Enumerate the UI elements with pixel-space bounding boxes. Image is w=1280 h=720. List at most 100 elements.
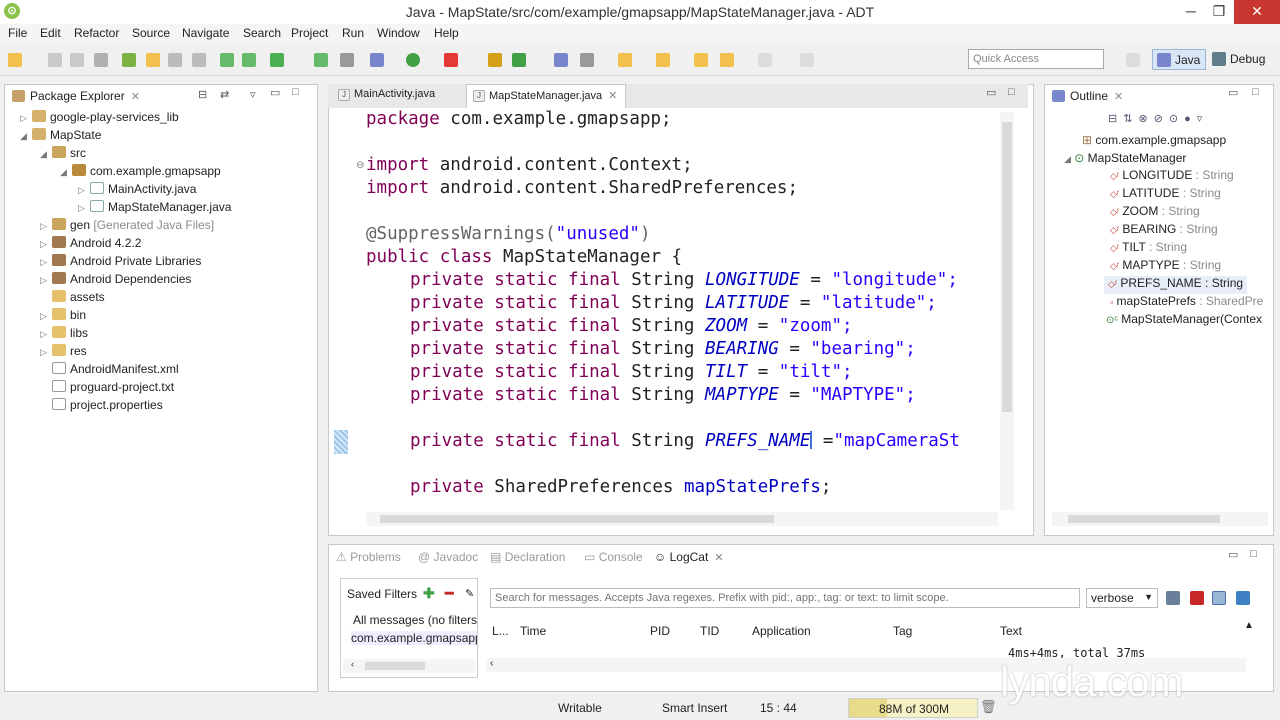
menu-navigate[interactable]: Navigate	[182, 26, 229, 40]
add-filter-icon[interactable]: ✚	[423, 585, 435, 602]
outline-member[interactable]: ⊙ᶜ MapStateManager(Contex	[1106, 312, 1262, 330]
forward-icon[interactable]	[758, 53, 772, 67]
view-menu-icon[interactable]: ▿	[250, 88, 256, 101]
collapse-all-icon[interactable]: ⊟	[198, 88, 207, 101]
skip-breakpoints-icon[interactable]	[340, 53, 354, 67]
scrollbar-thumb[interactable]	[380, 515, 774, 523]
column-time[interactable]: Time	[520, 624, 546, 638]
close-view-icon[interactable]: ✕	[714, 552, 723, 564]
outline-member[interactable]: ◇ᶠ LONGITUDE : String	[1110, 168, 1234, 186]
debug-icon[interactable]	[370, 53, 384, 67]
open-type-icon[interactable]	[554, 53, 568, 67]
outline-member[interactable]: ▫ mapStatePrefs : SharedPre	[1110, 294, 1263, 312]
tree-item-libs[interactable]: ▷ libs	[40, 326, 88, 344]
column-tid[interactable]: TID	[700, 624, 719, 638]
minimize-view-icon[interactable]: ▭	[1228, 86, 1238, 99]
tree-item-package[interactable]: ◢ com.example.gmapsapp	[60, 164, 221, 182]
filter-all-messages[interactable]: All messages (no filters)	[353, 613, 477, 627]
scroll-up-icon[interactable]: ▲	[1244, 620, 1254, 631]
scroll-left-icon[interactable]: ‹	[351, 659, 354, 669]
save-log-icon[interactable]	[1166, 591, 1180, 605]
new-java-class-icon[interactable]	[488, 53, 502, 67]
menu-window[interactable]: Window	[377, 26, 420, 40]
tree-item-res[interactable]: ▷ res	[40, 344, 87, 362]
package-explorer-tab[interactable]: Package Explorer ✕	[6, 86, 148, 106]
menu-edit[interactable]: Edit	[40, 26, 61, 40]
minimize-editor-icon[interactable]: ▭	[986, 86, 996, 99]
quick-access-input[interactable]: Quick Access	[968, 49, 1104, 69]
last-edit-icon[interactable]	[694, 53, 708, 67]
expand-arrow-icon[interactable]: ▷	[78, 203, 90, 214]
column-pid[interactable]: PID	[650, 624, 670, 638]
java-perspective-button[interactable]: Java	[1152, 49, 1206, 70]
tab-logcat[interactable]: ☺ LogCat ✕	[654, 550, 724, 568]
next-annotation-icon[interactable]	[618, 53, 632, 67]
search-icon[interactable]	[580, 53, 594, 67]
outline-member-selected[interactable]: ◇ᶠ PREFS_NAME : String	[1104, 276, 1248, 294]
log-level-select[interactable]: verbose ▼	[1086, 588, 1158, 608]
expand-arrow-icon[interactable]: ▷	[78, 185, 90, 196]
layout-icon[interactable]	[192, 53, 206, 67]
menu-source[interactable]: Source	[132, 26, 170, 40]
outline-member[interactable]: ◇ᶠ LATITUDE : String	[1110, 186, 1221, 204]
editor-horizontal-scrollbar[interactable]	[366, 512, 998, 526]
menu-file[interactable]: File	[8, 26, 27, 40]
scrollbar-thumb[interactable]	[1068, 515, 1220, 523]
outline-horizontal-scrollbar[interactable]	[1052, 512, 1268, 526]
tree-item-android-private-libraries[interactable]: ▷ Android Private Libraries	[40, 254, 201, 272]
save-all-icon[interactable]	[70, 53, 84, 67]
expand-arrow-icon[interactable]: ▷	[40, 239, 52, 250]
column-tag[interactable]: Tag	[893, 624, 912, 638]
run-icon[interactable]	[406, 53, 420, 67]
display-toggle-icon[interactable]	[1212, 591, 1226, 605]
expand-arrow-icon[interactable]: ▷	[40, 311, 52, 322]
fold-import-icon[interactable]: ⊖	[356, 160, 364, 171]
save-icon[interactable]	[48, 53, 62, 67]
maximize-view-icon[interactable]: □	[1252, 86, 1259, 98]
back-icon[interactable]	[720, 53, 734, 67]
filters-scrollbar[interactable]: ‹	[343, 659, 475, 673]
menu-help[interactable]: Help	[434, 26, 459, 40]
maximize-editor-icon[interactable]: □	[1008, 86, 1015, 98]
outline-member[interactable]: ◇ᶠ TILT : String	[1110, 240, 1187, 258]
maximize-view-icon[interactable]: □	[292, 86, 299, 98]
tree-item-android-dependencies[interactable]: ▷ Android Dependencies	[40, 272, 191, 290]
outline-member[interactable]: ◇ᶠ ZOOM : String	[1110, 204, 1200, 222]
collapse-arrow-icon[interactable]: ◢	[40, 149, 52, 160]
expand-arrow-icon[interactable]: ▷	[40, 221, 52, 232]
outline-member[interactable]: ◇ᶠ BEARING : String	[1110, 222, 1218, 240]
close-button[interactable]: ✕	[1234, 0, 1280, 24]
tree-item-google-play-services-lib[interactable]: ▷ google-play-services_lib	[20, 110, 179, 128]
garbage-collect-icon[interactable]: 🗑	[980, 699, 997, 715]
expand-arrow-icon[interactable]: ▷	[40, 257, 52, 268]
tree-item-androidmanifest[interactable]: AndroidManifest.xml	[52, 362, 179, 380]
pin-icon[interactable]	[800, 53, 814, 67]
maximize-view-icon[interactable]: □	[1250, 548, 1257, 560]
tree-item-mapstatemanager[interactable]: ▷ MapStateManager.java	[78, 200, 231, 218]
refresh-icon[interactable]	[314, 53, 328, 67]
expand-arrow-icon[interactable]: ▷	[40, 329, 52, 340]
column-level[interactable]: L...	[492, 624, 509, 638]
outline-package[interactable]: ⊞ com.example.gmapsapp	[1082, 133, 1226, 151]
minimize-button[interactable]: ─	[1176, 0, 1206, 24]
prev-annotation-icon[interactable]	[656, 53, 670, 67]
lint-icon[interactable]	[270, 53, 284, 67]
tree-item-mapstate[interactable]: ◢ MapState	[20, 128, 101, 146]
debug-perspective-button[interactable]: Debug	[1208, 49, 1272, 70]
close-view-icon[interactable]: ✕	[131, 91, 140, 103]
collapse-arrow-icon[interactable]: ◢	[60, 167, 72, 178]
tree-item-gen[interactable]: ▷ gen [Generated Java Files]	[40, 218, 214, 236]
heap-status[interactable]: 88M of 300M	[848, 698, 978, 718]
tab-problems[interactable]: ⚠ Problems	[336, 550, 401, 568]
device-icon[interactable]	[220, 53, 234, 67]
avd-icon[interactable]	[242, 53, 256, 67]
menu-search[interactable]: Search	[243, 26, 281, 40]
tab-declaration[interactable]: ▤ Declaration	[490, 550, 565, 568]
link-editor-icon[interactable]: ⇄	[220, 88, 229, 101]
tab-mainactivity[interactable]: J MainActivity.java	[332, 84, 444, 108]
close-tab-icon[interactable]: ✕	[608, 90, 617, 102]
open-perspective-icon[interactable]	[1126, 53, 1140, 67]
collapse-arrow-icon[interactable]: ◢	[1064, 154, 1071, 164]
tree-item-src[interactable]: ◢ src	[40, 146, 86, 164]
outline-member[interactable]: ◇ᶠ MAPTYPE : String	[1110, 258, 1221, 276]
